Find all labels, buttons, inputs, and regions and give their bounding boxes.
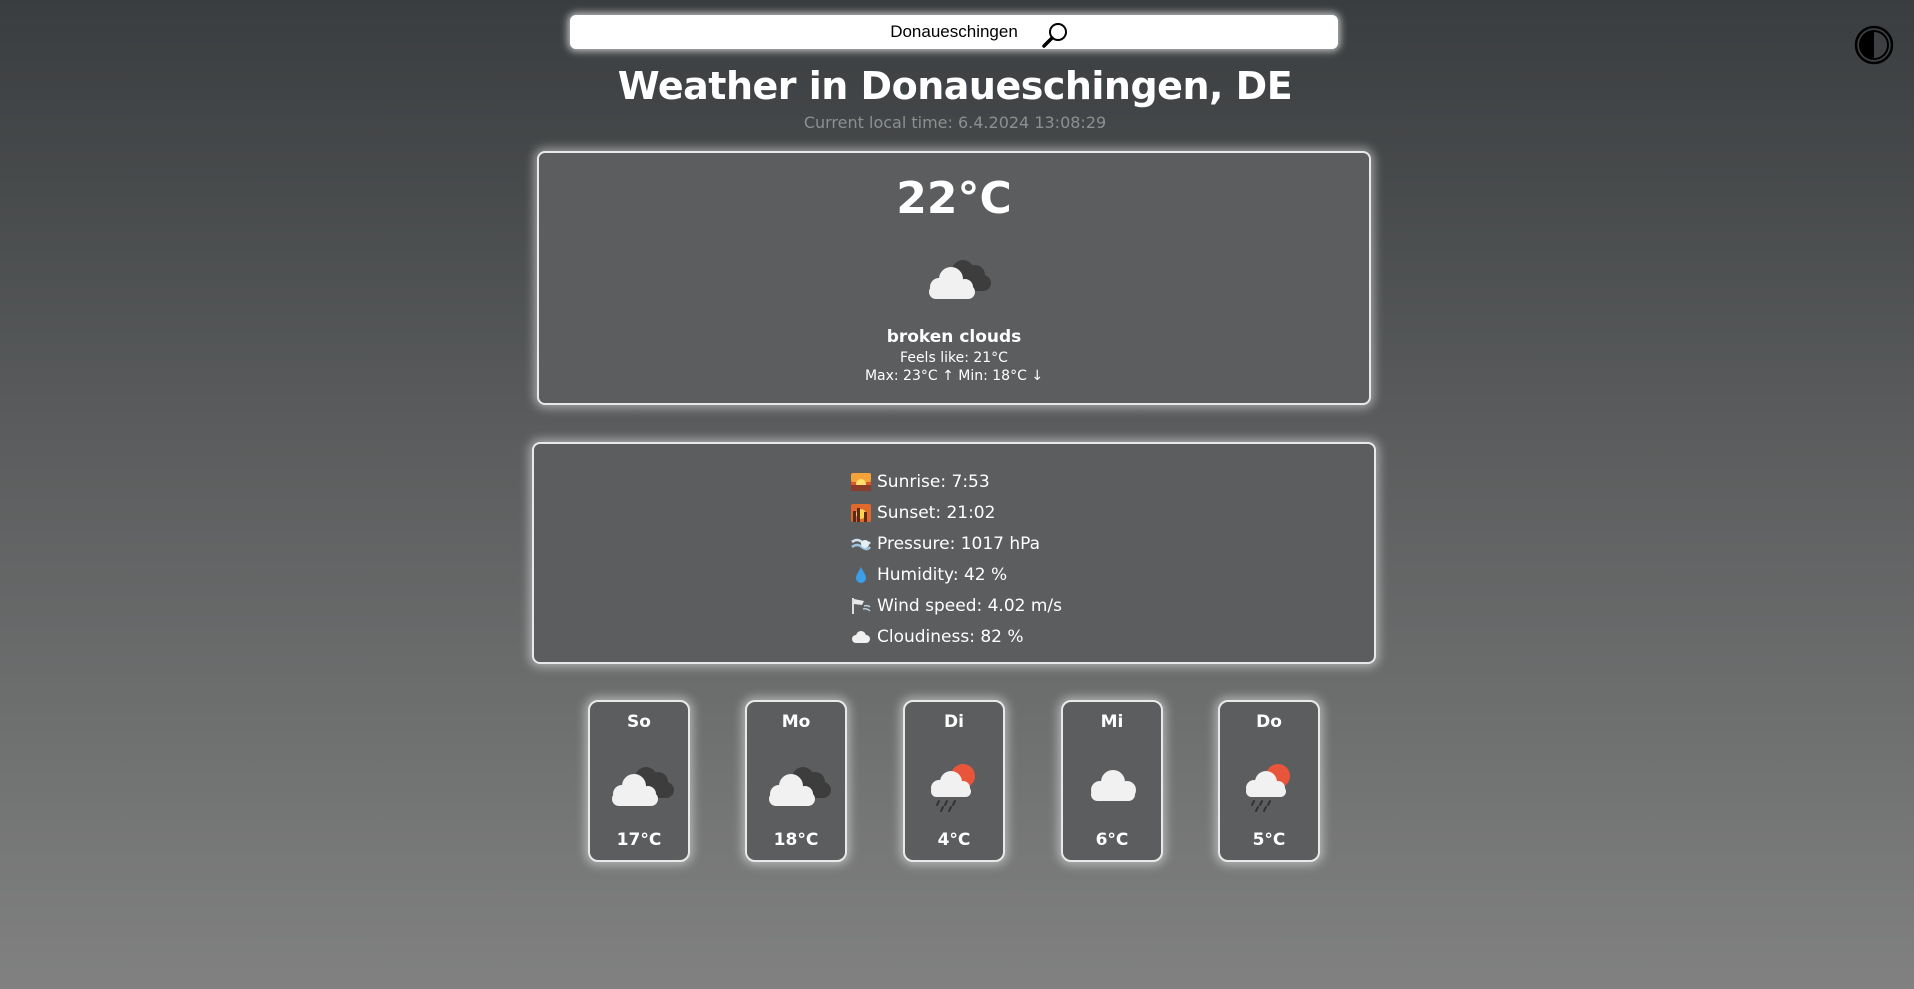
search-input[interactable] xyxy=(570,15,1338,49)
local-time: Current local time: 6.4.2024 13:08:29 xyxy=(803,113,1107,132)
broken-clouds-icon xyxy=(612,767,674,806)
forecast-day-card[interactable]: Mi 6°C xyxy=(1061,700,1163,862)
detail-sunrise: Sunrise: 7:53 xyxy=(850,466,1062,497)
theme-toggle-button[interactable] xyxy=(1854,25,1894,65)
current-weather-card: 22°C broken clouds Feels like: 21°C Max:… xyxy=(537,151,1371,405)
broken-clouds-icon xyxy=(929,260,991,299)
forecast-day-name: So xyxy=(627,712,651,732)
forecast-day-name: Mi xyxy=(1100,712,1124,732)
detail-label: Wind speed: 4.02 m/s xyxy=(877,595,1063,616)
search-icon xyxy=(1042,23,1067,48)
forecast-temperature: 18°C xyxy=(773,830,819,850)
forecast-day-card[interactable]: Do 5°C xyxy=(1218,700,1320,862)
pressure-icon xyxy=(851,538,871,550)
search-button[interactable] xyxy=(1040,20,1070,50)
forecast-day-name: Mo xyxy=(781,712,811,732)
detail-humidity: Humidity: 42 % xyxy=(850,559,1062,590)
feels-like: Feels like: 21°C xyxy=(900,350,1008,366)
weather-details-card: Sunrise: 7:53 Sunset: 21:02 Pressure: 10… xyxy=(532,442,1376,664)
wind-icon xyxy=(852,597,871,614)
detail-label: Cloudiness: 82 % xyxy=(877,626,1024,647)
sunrise-icon xyxy=(851,472,871,491)
detail-pressure: Pressure: 1017 hPa xyxy=(850,528,1062,559)
sunset-icon xyxy=(851,503,871,522)
cloud-icon xyxy=(1091,770,1136,801)
forecast-day-card[interactable]: So 17°C xyxy=(588,700,690,862)
forecast-day-card[interactable]: Mo 18°C xyxy=(745,700,847,862)
detail-label: Sunrise: 7:53 xyxy=(877,471,990,492)
min-max-temperature: Max: 23°C ↑ Min: 18°C ↓ xyxy=(864,368,1044,384)
forecast-temperature: 6°C xyxy=(1095,830,1129,850)
detail-sunset: Sunset: 21:02 xyxy=(850,497,1062,528)
forecast-temperature: 4°C xyxy=(937,830,971,850)
search-bar xyxy=(570,15,1338,49)
forecast-day-card[interactable]: Di 4°C xyxy=(903,700,1005,862)
details-list: Sunrise: 7:53 Sunset: 21:02 Pressure: 10… xyxy=(850,466,1062,652)
detail-label: Humidity: 42 % xyxy=(877,564,1008,585)
detail-wind: Wind speed: 4.02 m/s xyxy=(850,590,1062,621)
broken-clouds-icon xyxy=(769,767,831,806)
page-title: Weather in Donaueschingen, DE xyxy=(617,64,1293,108)
detail-cloudiness: Cloudiness: 82 % xyxy=(850,621,1062,652)
forecast-day-name: Do xyxy=(1256,712,1282,732)
detail-label: Pressure: 1017 hPa xyxy=(877,533,1041,554)
cloud-icon xyxy=(852,630,870,643)
weather-description: broken clouds xyxy=(886,327,1022,347)
humidity-icon xyxy=(856,566,866,583)
rain-sun-icon xyxy=(1246,764,1290,812)
rain-sun-icon xyxy=(931,764,975,812)
forecast-temperature: 17°C xyxy=(616,830,662,850)
current-temperature: 22°C xyxy=(896,173,1012,224)
contrast-icon xyxy=(1854,25,1894,65)
forecast-day-name: Di xyxy=(944,712,964,732)
detail-label: Sunset: 21:02 xyxy=(877,502,996,523)
forecast-temperature: 5°C xyxy=(1252,830,1286,850)
